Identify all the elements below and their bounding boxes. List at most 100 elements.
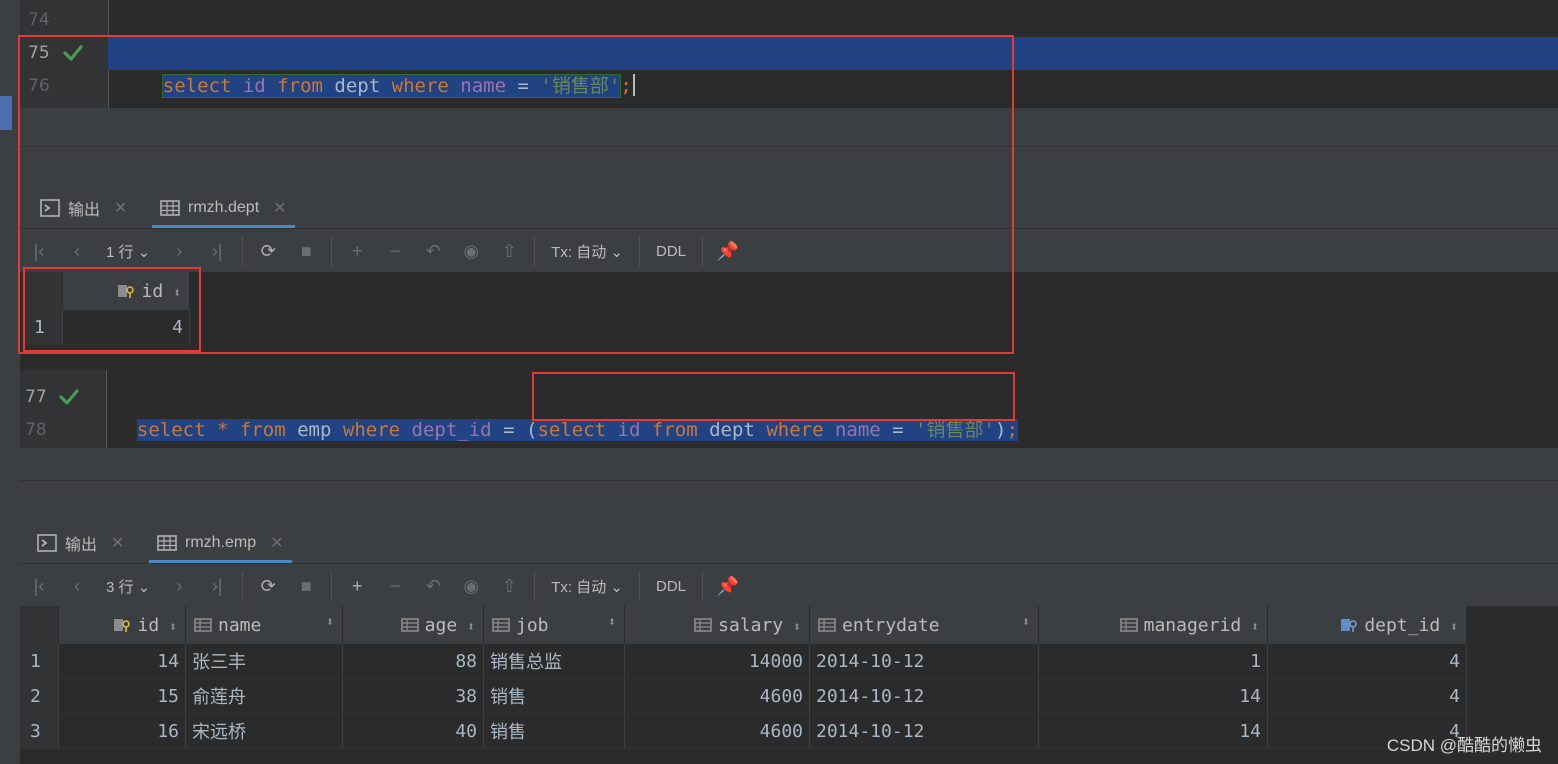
prev-page-icon[interactable]: ‹ (58, 576, 96, 597)
cell-managerid[interactable]: 14 (1038, 713, 1268, 749)
column-header-dept-id[interactable]: dept_id ⬍ (1267, 606, 1467, 644)
row-number: 2 (20, 678, 59, 714)
cell-entrydate[interactable]: 2014-10-12 (809, 644, 1039, 679)
preview-changes-icon[interactable]: ◉ (452, 576, 490, 597)
sort-icon[interactable]: ⬍ (173, 286, 181, 301)
prev-page-icon[interactable]: ‹ (58, 241, 96, 262)
cell-name[interactable]: 俞莲舟 (185, 678, 343, 714)
cell-id[interactable]: 4 (62, 310, 190, 345)
cell-managerid[interactable]: 14 (1038, 678, 1268, 714)
sort-icon[interactable]: ⬍ (1450, 620, 1458, 635)
grid-header-row: id ⬍ name ⬍ age ⬍ job ⬍ salary ⬍ entrydate ⬍ m… (20, 606, 1467, 644)
result-toolbar: |‹ ‹ 1 行 ⌄ › ›| ⟳ ■ + − ↶ ◉ ⇧ Tx: 自动 ⌄ D… (20, 228, 1558, 273)
cell-job[interactable]: 销售总监 (483, 644, 625, 679)
line-number: 76 (28, 76, 50, 96)
table-row[interactable]: 1 4 (24, 310, 190, 345)
tab-rmzh-dept[interactable]: rmzh.dept ✕ (152, 188, 295, 228)
table-row[interactable]: 2 15 俞莲舟 38 销售 4600 2014-10-12 14 4 (20, 678, 1467, 714)
sort-icon[interactable]: ⬍ (1251, 620, 1259, 635)
first-page-icon[interactable]: |‹ (20, 576, 58, 597)
tab-output[interactable]: 输出 ✕ (37, 523, 124, 563)
cell-id[interactable]: 14 (58, 644, 186, 679)
column-header-age[interactable]: age ⬍ (342, 606, 484, 644)
row-count-dropdown[interactable]: 1 行 ⌄ (96, 241, 160, 262)
next-page-icon[interactable]: › (160, 241, 198, 262)
foreign-key-column-icon (1341, 618, 1358, 632)
column-header-id[interactable]: id ⬍ (58, 606, 186, 644)
sort-icon[interactable]: ⬍ (467, 620, 475, 635)
table-row[interactable]: 1 14 张三丰 88 销售总监 14000 2014-10-12 1 4 (20, 644, 1467, 679)
pin-icon[interactable]: 📌 (709, 241, 747, 262)
next-page-icon[interactable]: › (160, 576, 198, 597)
revert-icon[interactable]: ↶ (414, 241, 452, 262)
close-icon[interactable]: ✕ (114, 198, 127, 218)
column-header-name[interactable]: name ⬍ (185, 606, 343, 644)
last-page-icon[interactable]: ›| (198, 241, 236, 262)
cell-managerid[interactable]: 1 (1038, 644, 1268, 679)
stop-icon[interactable]: ■ (287, 241, 325, 262)
delete-row-icon[interactable]: − (376, 241, 414, 262)
ddl-button[interactable]: DDL (646, 243, 696, 260)
close-icon[interactable]: ✕ (270, 533, 283, 553)
column-header-entrydate[interactable]: entrydate ⬍ (809, 606, 1039, 644)
table-icon (157, 535, 177, 551)
close-icon[interactable]: ✕ (273, 198, 286, 218)
tx-mode-dropdown[interactable]: Tx: 自动 ⌄ (541, 576, 633, 597)
separator (534, 571, 536, 601)
submit-icon[interactable]: ⇧ (490, 576, 528, 597)
stop-icon[interactable]: ■ (287, 576, 325, 597)
cell-entrydate[interactable]: 2014-10-12 (809, 678, 1039, 714)
last-page-icon[interactable]: ›| (198, 576, 236, 597)
first-page-icon[interactable]: |‹ (20, 241, 58, 262)
tx-mode-dropdown[interactable]: Tx: 自动 ⌄ (541, 241, 633, 262)
cell-age[interactable]: 88 (342, 644, 484, 679)
code-line-78[interactable]: 78 (20, 414, 1558, 447)
cell-entrydate[interactable]: 2014-10-12 (809, 713, 1039, 749)
separator (702, 236, 704, 266)
tab-output[interactable]: 输出 ✕ (40, 188, 127, 228)
refresh-icon[interactable]: ⟳ (249, 576, 287, 597)
refresh-icon[interactable]: ⟳ (249, 241, 287, 262)
sort-icon[interactable]: ⬍ (793, 620, 801, 635)
separator (534, 236, 536, 266)
sort-icon[interactable]: ⬍ (326, 615, 334, 630)
table-row[interactable]: 3 16 宋远桥 40 销售 4600 2014-10-12 14 4 (20, 713, 1467, 749)
column-header-managerid[interactable]: managerid ⬍ (1038, 606, 1268, 644)
cell-salary[interactable]: 4600 (624, 713, 810, 749)
close-icon[interactable]: ✕ (111, 533, 124, 553)
preview-changes-icon[interactable]: ◉ (452, 241, 490, 262)
sort-icon[interactable]: ⬍ (608, 615, 616, 630)
submit-icon[interactable]: ⇧ (490, 241, 528, 262)
cell-dept-id[interactable]: 4 (1267, 644, 1467, 679)
cell-age[interactable]: 38 (342, 678, 484, 714)
pin-icon[interactable]: 📌 (709, 576, 747, 597)
row-number: 1 (24, 310, 63, 345)
cell-salary[interactable]: 14000 (624, 644, 810, 679)
row-count-dropdown[interactable]: 3 行 ⌄ (96, 576, 160, 597)
cell-dept-id[interactable]: 4 (1267, 678, 1467, 714)
tab-rmzh-emp[interactable]: rmzh.emp ✕ (149, 523, 292, 563)
column-header-salary[interactable]: salary ⬍ (624, 606, 810, 644)
cell-id[interactable]: 15 (58, 678, 186, 714)
delete-row-icon[interactable]: − (376, 576, 414, 597)
executed-check-icon (59, 389, 79, 405)
cell-job[interactable]: 销售 (483, 713, 625, 749)
ddl-button[interactable]: DDL (646, 578, 696, 595)
add-row-icon[interactable]: + (338, 576, 376, 597)
cell-age[interactable]: 40 (342, 713, 484, 749)
add-row-icon[interactable]: + (338, 241, 376, 262)
column-header-job[interactable]: job ⬍ (483, 606, 625, 644)
cell-job[interactable]: 销售 (483, 678, 625, 714)
sort-icon[interactable]: ⬍ (1022, 615, 1030, 630)
cell-salary[interactable]: 4600 (624, 678, 810, 714)
cell-name[interactable]: 宋远桥 (185, 713, 343, 749)
sort-icon[interactable]: ⬍ (169, 620, 177, 635)
column-header-id[interactable]: id ⬍ (62, 272, 190, 310)
code-line-74[interactable]: 74 (20, 4, 1558, 37)
revert-icon[interactable]: ↶ (414, 576, 452, 597)
panel-divider (20, 480, 1558, 481)
cell-id[interactable]: 16 (58, 713, 186, 749)
cell-name[interactable]: 张三丰 (185, 644, 343, 679)
code-line-76[interactable]: 76 (20, 70, 1558, 103)
separator (331, 236, 333, 266)
